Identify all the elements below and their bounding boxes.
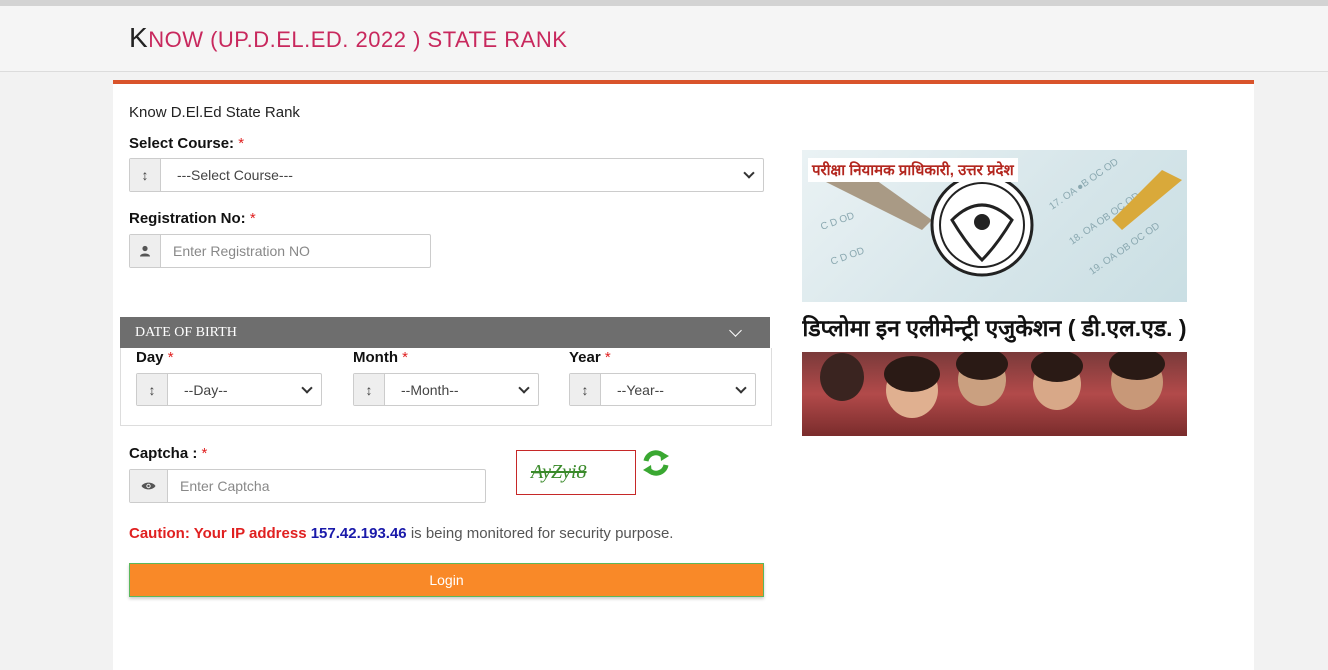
chevron-down-icon (729, 323, 742, 337)
svg-text:17. OA ●B OC OD: 17. OA ●B OC OD (1047, 157, 1120, 213)
sort-icon: ↕ (354, 374, 385, 405)
year-label: Year * (569, 349, 611, 366)
students-photo (802, 352, 1187, 436)
page-title: KNOW (UP.D.EL.ED. 2022 ) STATE RANK (129, 22, 568, 53)
month-label: Month * (353, 349, 408, 366)
form-card: Know D.El.Ed State Rank Select Course: *… (113, 80, 1254, 670)
chevron-down-icon (743, 167, 755, 179)
captcha-label: Captcha : * (129, 445, 208, 462)
page-header: KNOW (UP.D.EL.ED. 2022 ) STATE RANK (0, 6, 1328, 72)
ip-caution-message: Caution: Your IP address 157.42.193.46 i… (129, 525, 674, 542)
course-label: Select Course: * (129, 135, 245, 152)
eye-icon (130, 470, 168, 502)
sort-icon: ↕ (137, 374, 168, 405)
svg-text:C D OD: C D OD (829, 246, 866, 268)
chevron-down-icon (735, 381, 747, 394)
registration-label: Registration No: * (129, 210, 256, 227)
sort-icon: ↕ (570, 374, 601, 405)
year-select[interactable]: ↕ --Year-- (569, 373, 756, 406)
course-select[interactable]: ↕ ---Select Course--- (129, 158, 764, 192)
login-button[interactable]: Login (129, 563, 764, 597)
registration-input[interactable]: Enter Registration NO (129, 234, 431, 268)
day-label: Day * (136, 349, 174, 366)
month-select[interactable]: ↕ --Month-- (353, 373, 539, 406)
user-icon (130, 235, 161, 267)
chevron-down-icon (301, 381, 313, 394)
day-select[interactable]: ↕ --Day-- (136, 373, 322, 406)
captcha-input[interactable]: Enter Captcha (129, 469, 486, 503)
svg-text:C D OD: C D OD (819, 211, 856, 233)
sort-icon: ↕ (130, 159, 161, 191)
dob-section-header[interactable]: DATE OF BIRTH (120, 317, 770, 348)
captcha-image: AyZyi8 (516, 450, 636, 495)
chevron-down-icon (518, 381, 530, 394)
refresh-icon[interactable] (641, 448, 671, 478)
form-intro: Know D.El.Ed State Rank (129, 104, 300, 121)
deled-banner-image: 17. OA ●B OC OD 18. OA OB OC OD 19. OA O… (802, 150, 1187, 436)
